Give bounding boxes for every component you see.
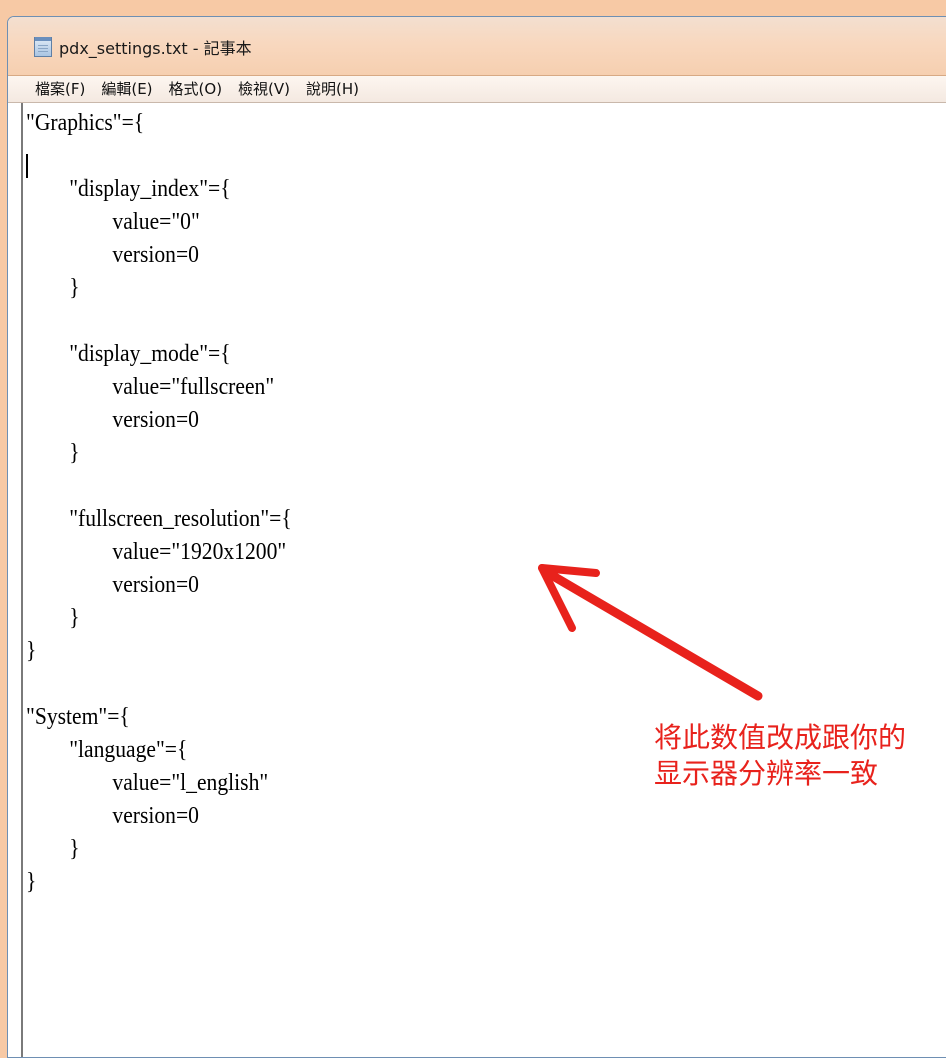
window-title: pdx_settings.txt - 記事本 (59, 39, 252, 58)
menu-help[interactable]: 說明(H) (298, 77, 367, 101)
annotation-note: 将此数值改成跟你的 显示器分辨率一致 (654, 721, 907, 790)
menu-file[interactable]: 檔案(F) (27, 77, 93, 101)
title-bar[interactable]: pdx_settings.txt - 記事本 (8, 17, 946, 76)
menu-edit[interactable]: 編輯(E) (93, 77, 160, 101)
text-caret (26, 154, 28, 178)
notepad-window: pdx_settings.txt - 記事本 檔案(F) 編輯(E) 格式(O)… (7, 16, 946, 1058)
text-editor[interactable]: "Graphics"={ "display_index"={ value="0"… (21, 103, 946, 1057)
editor-content[interactable]: "Graphics"={ "display_index"={ value="0"… (26, 107, 292, 899)
notepad-icon (34, 37, 52, 57)
menu-view[interactable]: 檢視(V) (230, 77, 298, 101)
menu-bar: 檔案(F) 編輯(E) 格式(O) 檢視(V) 說明(H) (8, 76, 946, 103)
menu-format[interactable]: 格式(O) (161, 77, 231, 101)
